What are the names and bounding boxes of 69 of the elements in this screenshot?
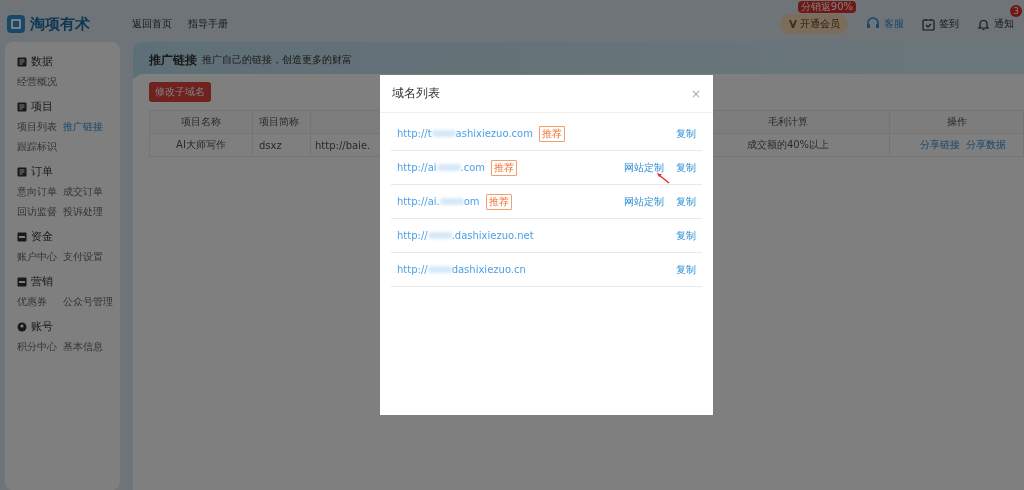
section-icon: [17, 276, 27, 287]
action-link[interactable]: 复制: [676, 194, 696, 209]
calendar-icon: [922, 17, 935, 31]
action-link[interactable]: 复制: [676, 262, 696, 277]
section-icon: [17, 231, 27, 242]
menu-item[interactable]: 推广链接: [63, 120, 119, 134]
menu-item[interactable]: 项目列表: [17, 120, 61, 134]
menu-item[interactable]: 经营概况: [17, 75, 61, 89]
domain-link[interactable]: http://ai. om: [397, 196, 480, 207]
section-title: 数据: [31, 54, 53, 69]
brand-name: 淘项有术: [30, 14, 90, 34]
section-icon: [17, 321, 27, 332]
logo-icon: [6, 14, 26, 34]
menu-item[interactable]: 账户中心: [17, 250, 61, 264]
support-link[interactable]: 客服: [866, 17, 904, 31]
recommended-tag: 推荐: [538, 125, 565, 142]
menu-item[interactable]: 回访监督: [17, 205, 61, 219]
bell-icon: [977, 17, 990, 31]
action-link[interactable]: 复制: [676, 160, 696, 175]
checkin-link[interactable]: 签到: [922, 17, 959, 31]
column-header: 操作: [946, 116, 967, 127]
column-header: 项目名称: [181, 116, 221, 127]
section-icon: [17, 101, 27, 112]
menu-item[interactable]: 意向订单: [17, 185, 61, 199]
table-cell: dsxz: [259, 139, 282, 151]
menu-item[interactable]: 支付设置: [63, 250, 119, 264]
action-link[interactable]: 分享数据: [966, 139, 1006, 150]
headset-icon: [866, 17, 880, 31]
nav-link[interactable]: 指导手册: [188, 17, 228, 31]
menu-item[interactable]: 跟踪标识: [17, 140, 61, 154]
action-link[interactable]: 复制: [676, 228, 696, 243]
page-title: 推广链接: [149, 51, 197, 69]
notification-badge: 3: [1010, 5, 1022, 17]
action-link[interactable]: 分享链接: [920, 139, 960, 150]
section-title: 订单: [31, 164, 53, 179]
page-subtitle: 推广自己的链接，创造更多的财富: [202, 53, 352, 67]
section-icon: [17, 56, 27, 67]
close-button[interactable]: ×: [690, 86, 701, 101]
dialog-title: 域名列表: [392, 85, 440, 102]
domain-link[interactable]: http:// dashixiezuo.cn: [397, 264, 526, 275]
nav-link[interactable]: 返回首页: [132, 17, 172, 31]
table-cell: http://baie.: [315, 139, 371, 151]
section-title: 资金: [31, 229, 53, 244]
action-link[interactable]: 网站定制: [624, 194, 664, 209]
action-link[interactable]: 网站定制: [624, 160, 664, 175]
vip-button[interactable]: 开通会员: [780, 14, 848, 34]
domain-link[interactable]: http://ai .com: [397, 162, 486, 173]
section-title: 营销: [31, 274, 53, 289]
menu-item[interactable]: 成交订单: [63, 185, 119, 199]
recommended-tag: 推荐: [485, 193, 512, 210]
vip-icon: [788, 19, 798, 29]
menu-item[interactable]: 公众号管理: [63, 295, 119, 309]
menu-item[interactable]: 积分中心: [17, 340, 61, 354]
edit-subdomain-button[interactable]: 修改子域名: [149, 82, 211, 102]
menu-item[interactable]: 优惠券: [17, 295, 61, 309]
section-title: 项目: [31, 99, 53, 114]
column-header: 项目简称: [259, 116, 299, 127]
recommended-tag: 推荐: [491, 159, 518, 176]
menu-item[interactable]: 基本信息: [63, 340, 119, 354]
menu-item[interactable]: 投诉处理: [63, 205, 119, 219]
notice-link[interactable]: 通知: [977, 17, 1014, 31]
column-header: 毛利计算: [768, 116, 808, 127]
section-title: 账号: [31, 319, 53, 334]
action-link[interactable]: 复制: [676, 126, 696, 141]
section-icon: [17, 166, 27, 177]
domain-link[interactable]: http:// .dashixiezuo.net: [397, 230, 534, 241]
domain-link[interactable]: http://t ashixiezuo.com: [397, 128, 533, 139]
table-cell: AI大师写作: [176, 139, 226, 150]
promo-badge: 分销返90%: [797, 1, 856, 13]
